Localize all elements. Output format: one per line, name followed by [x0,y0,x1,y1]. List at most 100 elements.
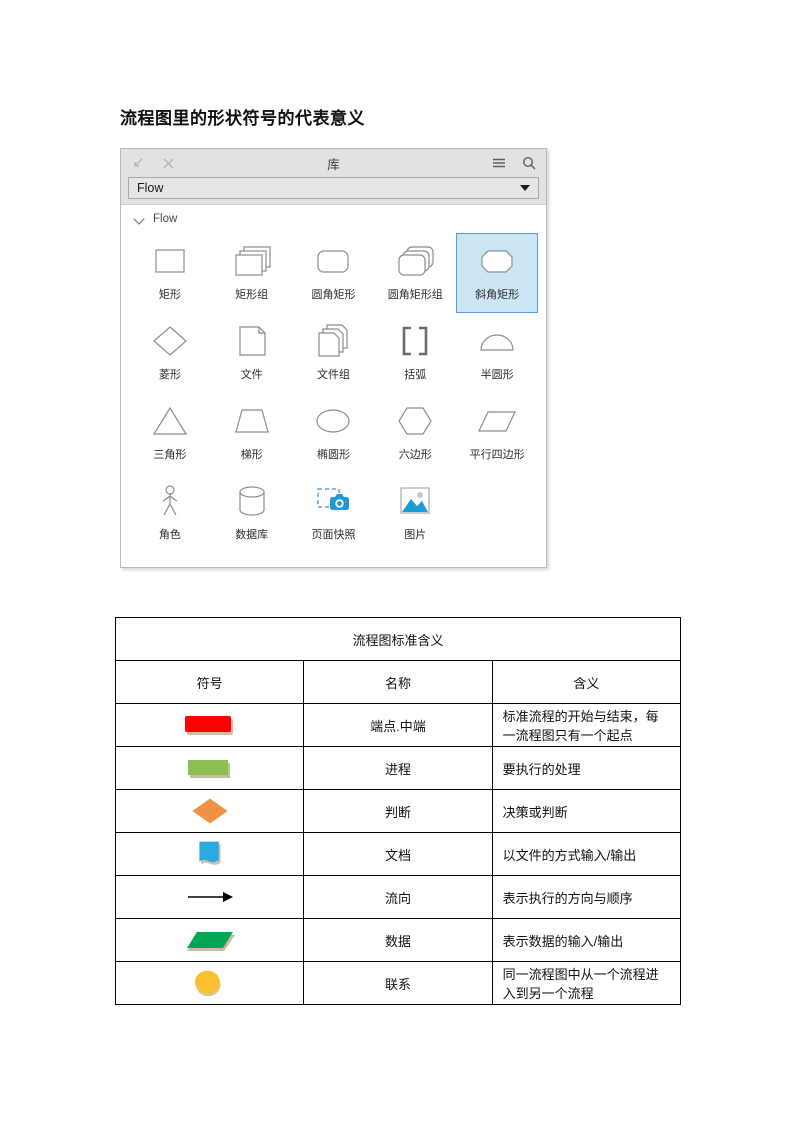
symbol-meaning: 要执行的处理 [491,746,682,790]
shape-item-actor[interactable]: 角色 [129,473,211,553]
panel-titlebar: 库 [121,149,546,177]
shape-library-panel: 库 Flow Flow 矩形 矩形组 圆角矩形 圆角矩形组 斜角矩形 菱形 文件… [120,148,547,568]
shape-label: 角色 [158,529,181,541]
rectangle-shape-icon [144,244,196,278]
symbol-cell [114,703,305,747]
table-row: 文档 以文件的方式输入/输出 [114,832,682,876]
shape-label: 矩形组 [235,289,269,301]
parallelogram-green-icon [186,932,235,951]
hamburger-menu-icon[interactable] [490,154,508,172]
symbol-cell [114,961,305,1005]
shape-label: 椭圆形 [316,449,350,461]
chevron-down-icon[interactable] [520,185,530,191]
shape-label: 三角形 [153,449,187,461]
trapezoid-shape-icon [226,404,278,438]
parallelogram-shape-icon [471,404,523,438]
rounded-rectangle-shape-icon [307,244,359,278]
shape-item-hexagon[interactable]: 六边形 [374,393,456,473]
shape-item-rectangle-group[interactable]: 矩形组 [211,233,293,313]
shape-item-database[interactable]: 数据库 [211,473,293,553]
shape-item-rounded-rectangle[interactable]: 圆角矩形 [293,233,375,313]
library-select-wrapper: Flow [121,177,546,204]
symbol-meaning: 表示数据的输入/输出 [491,918,682,962]
shape-label: 括弧 [404,369,427,381]
rectangle-green-icon [187,760,230,778]
table-title: 流程图标准含义 [115,617,681,661]
symbol-cell [114,918,305,962]
shape-item-rectangle[interactable]: 矩形 [129,233,211,313]
symbol-meaning: 决策或判断 [491,789,682,833]
shape-item-trapezoid[interactable]: 梯形 [211,393,293,473]
symbol-name: 联系 [303,961,493,1005]
octagon-shape-icon [471,244,523,278]
symbol-meaning: 标准流程的开始与结束，每一流程图只有一个起点 [491,703,682,747]
shape-item-document-group[interactable]: 文件组 [293,313,375,393]
flowchart-meaning-table: 流程图标准含义 符号 名称 含义 端点.中端 标准流程的开始与结束，每一流程图只… [114,617,682,1005]
rounded-rectangle-group-shape-icon [389,244,441,278]
shape-group-header[interactable]: Flow [121,205,546,233]
shape-label: 圆角矩形组 [387,289,443,301]
shape-label: 菱形 [158,369,181,381]
symbol-cell [114,875,305,919]
symbol-name: 流向 [303,875,493,919]
semicircle-shape-icon [471,324,523,358]
shape-label: 平行四边形 [469,449,525,461]
symbol-name: 端点.中端 [303,703,493,747]
panel-title: 库 [327,157,340,172]
library-select[interactable]: Flow [128,177,539,199]
hexagon-shape-icon [389,404,441,438]
diamond-shape-icon [144,324,196,358]
shape-item-semicircle[interactable]: 半圆形 [456,313,538,393]
shape-label: 梯形 [240,449,263,461]
shape-item-rounded-rectangle-group[interactable]: 圆角矩形组 [374,233,456,313]
shape-grid: 矩形 矩形组 圆角矩形 圆角矩形组 斜角矩形 菱形 文件 文件组 括弧 半圆形 … [121,233,546,553]
shape-label: 六边形 [398,449,432,461]
library-select-value: Flow [137,181,164,195]
table-title-row: 流程图标准含义 [115,617,681,661]
symbol-cell [114,789,305,833]
shape-label: 页面快照 [311,529,356,541]
shape-item-image[interactable]: 图片 [374,473,456,553]
diamond-orange-icon [192,798,228,824]
circle-yellow-icon [194,970,221,997]
ellipse-shape-icon [307,404,359,438]
triangle-shape-icon [144,404,196,438]
shape-label: 文件 [240,369,263,381]
shape-group-label: Flow [153,213,178,225]
table-header-row: 符号 名称 含义 [114,660,682,704]
shape-label: 图片 [404,529,427,541]
shape-item-parallelogram[interactable]: 平行四边形 [456,393,538,473]
shape-label: 圆角矩形 [311,289,356,301]
shape-item-document[interactable]: 文件 [211,313,293,393]
page-title: 流程图里的形状符号的代表意义 [120,109,365,128]
shape-cell-empty [456,473,538,553]
symbol-name: 判断 [303,789,493,833]
shape-item-triangle[interactable]: 三角形 [129,393,211,473]
table-row: 进程 要执行的处理 [114,746,682,790]
close-icon[interactable] [159,154,177,172]
actor-person-shape-icon [144,484,196,518]
table-row: 联系 同一流程图中从一个流程进入到另一个流程 [114,961,682,1005]
table-row: 流向 表示执行的方向与顺序 [114,875,682,919]
brackets-shape-icon [389,324,441,358]
collapse-arrow-icon[interactable] [129,154,147,172]
shape-item-brackets[interactable]: 括弧 [374,313,456,393]
symbol-meaning: 以文件的方式输入/输出 [491,832,682,876]
search-icon[interactable] [520,154,538,172]
database-cylinder-shape-icon [226,484,278,518]
shape-item-ellipse[interactable]: 椭圆形 [293,393,375,473]
camera-snapshot-icon [307,484,359,518]
symbol-cell [114,832,305,876]
shape-label: 文件组 [316,369,350,381]
document-group-shape-icon [307,324,359,358]
symbol-name: 数据 [303,918,493,962]
shape-item-octagon[interactable]: 斜角矩形 [456,233,538,313]
document-blue-icon [199,841,221,865]
arrow-right-black-icon [187,892,233,902]
shape-item-page-snapshot[interactable]: 页面快照 [293,473,375,553]
shape-item-diamond[interactable]: 菱形 [129,313,211,393]
shape-label: 斜角矩形 [475,289,520,301]
table-row: 数据 表示数据的输入/输出 [114,918,682,962]
symbol-name: 文档 [303,832,493,876]
chevron-down-icon[interactable] [135,214,145,224]
